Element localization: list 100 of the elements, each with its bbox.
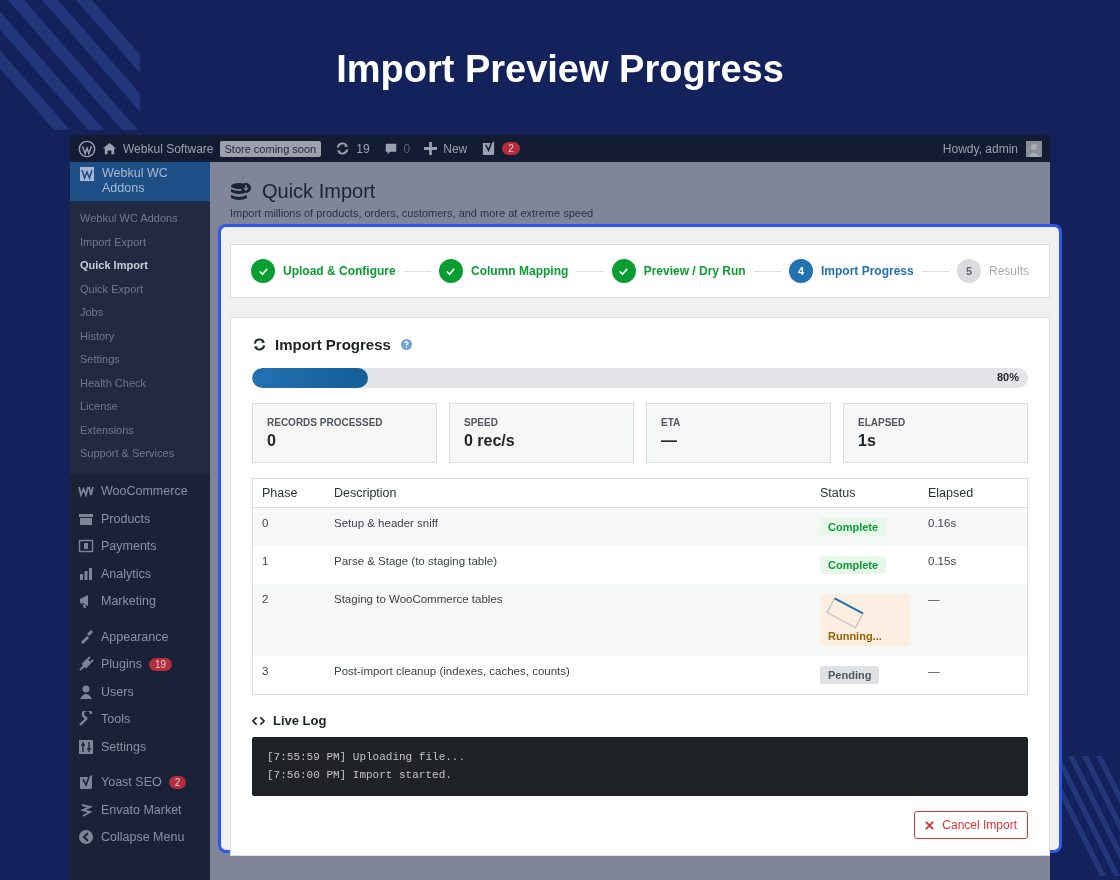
plugin-logo-icon	[80, 167, 94, 181]
submenu-item[interactable]: Quick Import	[70, 254, 210, 278]
wizard-step[interactable]: 4 Import Progress	[789, 259, 914, 283]
status-badge: Running...	[820, 594, 910, 646]
stat-value: 0 rec/s	[464, 432, 516, 450]
log-line: [7:55:59 PM] Uploading file...	[267, 750, 467, 765]
code-icon	[252, 715, 265, 726]
home-icon[interactable]	[102, 141, 117, 156]
table-cell: Setup & header sniff	[325, 507, 811, 546]
menu-icon	[78, 538, 94, 555]
menu-item[interactable]: Collapse Menu	[70, 823, 210, 851]
menu-item[interactable]: Tools	[70, 705, 210, 733]
submenu-item[interactable]: Extensions	[70, 418, 210, 442]
submenu-item[interactable]: Quick Export	[70, 277, 210, 301]
check-icon	[445, 265, 457, 277]
submenu-item[interactable]: Import Export	[70, 230, 210, 254]
menu-icon	[78, 656, 94, 673]
menu-item[interactable]: Appearance	[70, 623, 210, 651]
wizard-step[interactable]: Preview / Dry Run	[611, 259, 746, 283]
menu-item[interactable]: Users	[70, 678, 210, 706]
refresh-icon[interactable]	[335, 141, 351, 156]
table-cell: Staging to WooCommerce tables	[325, 584, 811, 656]
menu-item[interactable]: Analytics	[70, 560, 210, 588]
wizard-step[interactable]: Column Mapping	[439, 259, 569, 283]
yoast-icon[interactable]	[481, 140, 497, 157]
menu-label: Appearance	[101, 629, 169, 644]
menu-item-current[interactable]: Webkul WC Addons	[70, 162, 210, 201]
updates-count[interactable]: 19	[356, 141, 370, 156]
count-badge: 2	[168, 775, 187, 789]
table-cell: 2	[252, 584, 325, 656]
stat-label: ETA	[661, 417, 682, 428]
menu-label: Products	[101, 511, 151, 526]
table-cell: Post-import cleanup (indexes, caches, counts)	[325, 656, 811, 695]
site-name[interactable]: Webkul Software	[123, 141, 214, 156]
menu-label: Users	[101, 684, 134, 699]
status-badge: Complete	[820, 556, 887, 574]
step-number: 5	[965, 265, 973, 277]
table-cell: 0	[252, 507, 325, 546]
menu-label: Webkul WC Addons	[102, 166, 169, 196]
submenu-item[interactable]: License	[70, 395, 210, 419]
menu-icon	[78, 738, 94, 755]
menu-label: Payments	[101, 539, 157, 554]
menu-label: Envato Market	[101, 802, 182, 817]
submenu-item[interactable]: Settings	[70, 348, 210, 372]
comments-count[interactable]: 0	[403, 141, 411, 156]
menu-item[interactable]: Envato Market	[70, 796, 210, 824]
menu-icon	[78, 683, 94, 700]
comment-icon[interactable]	[383, 141, 398, 156]
menu-item[interactable]: Payments	[70, 532, 210, 560]
step-label: Import Progress	[821, 264, 914, 278]
submenu-item[interactable]: Support & Services	[70, 442, 210, 466]
stat-value: 1s	[858, 432, 877, 450]
menu-item[interactable]: Marketing	[70, 587, 210, 615]
log-line: [7:56:00 PM] Import started.	[267, 768, 453, 783]
submenu-item[interactable]: Jobs	[70, 301, 210, 325]
menu-label: Marketing	[101, 594, 156, 609]
menu-icon	[78, 829, 94, 846]
help-icon[interactable]	[400, 339, 412, 350]
new-menu[interactable]: New	[443, 141, 468, 156]
table-cell: —	[919, 584, 1028, 656]
close-icon	[925, 820, 935, 830]
step-label: Results	[989, 264, 1029, 278]
menu-item[interactable]: Settings	[70, 733, 210, 761]
page-subtitle: Import millions of products, orders, customers, and more at extreme speed	[230, 207, 595, 219]
column-header: Elapsed	[919, 478, 1028, 508]
database-icon	[230, 180, 252, 203]
submenu-item[interactable]: Health Check	[70, 371, 210, 395]
progress-percent: 80%	[996, 371, 1019, 383]
avatar-icon[interactable]	[1026, 140, 1042, 157]
menu-label: Collapse Menu	[101, 830, 185, 845]
column-header: Phase	[252, 478, 325, 508]
plus-icon[interactable]	[424, 142, 438, 155]
check-icon	[618, 265, 630, 277]
refresh-icon	[252, 337, 267, 352]
wizard-step[interactable]: Upload & Configure	[251, 259, 396, 283]
wizard-step[interactable]: 5 Results	[957, 259, 1029, 283]
submenu-item[interactable]: History	[70, 324, 210, 348]
menu-item[interactable]: Yoast SEO 2	[70, 768, 210, 796]
menu-item[interactable]: WooCommerce	[70, 477, 210, 505]
wordpress-logo-icon[interactable]	[78, 139, 96, 158]
table-cell: 3	[252, 656, 325, 695]
table-cell: 0.15s	[919, 546, 1028, 584]
step-label: Preview / Dry Run	[643, 264, 746, 278]
menu-item[interactable]: Products	[70, 505, 210, 533]
table-cell: 0.16s	[919, 507, 1028, 546]
step-number: 4	[797, 265, 805, 277]
cancel-button[interactable]: Cancel Import	[914, 811, 1028, 839]
table-cell: 1	[252, 546, 325, 584]
status-badge: Complete	[820, 518, 887, 536]
spinner-icon	[824, 596, 866, 630]
menu-label: WooCommerce	[101, 484, 188, 499]
greeting[interactable]: Howdy, admin	[942, 141, 1018, 156]
menu-icon	[78, 565, 94, 582]
menu-item[interactable]: Plugins 19	[70, 650, 210, 678]
stat-label: SPEED	[464, 417, 499, 428]
menu-icon	[78, 711, 94, 728]
column-header: Status	[811, 478, 919, 508]
section-title: Import Progress	[275, 336, 391, 353]
submenu-item[interactable]: Webkul WC Addons	[70, 207, 210, 231]
menu-label: Tools	[101, 712, 131, 727]
